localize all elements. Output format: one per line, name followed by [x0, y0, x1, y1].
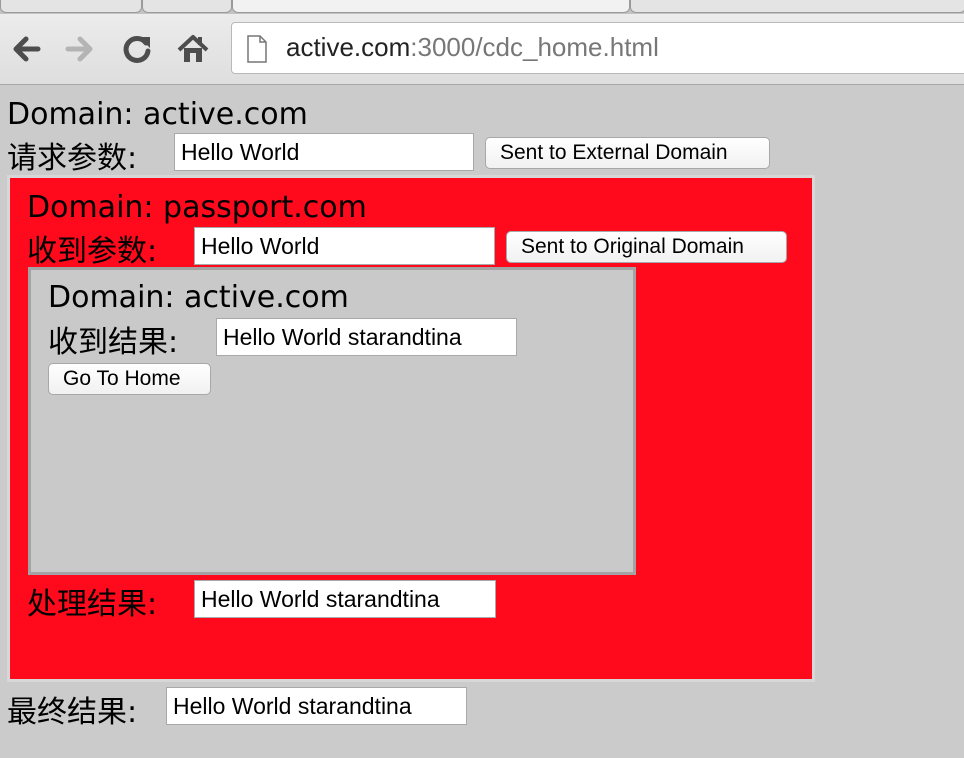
url-host: active.com	[286, 32, 411, 62]
browser-tab[interactable]	[630, 0, 964, 13]
request-input[interactable]: Hello World	[174, 133, 474, 171]
url-path: :3000/cdc_home.html	[410, 32, 659, 62]
result-label: 收到结果:	[48, 325, 179, 360]
url-text: active.com:3000/cdc_home.html	[286, 32, 659, 63]
back-arrow-icon	[13, 36, 41, 62]
passport-domain-label: Domain: passport.com	[27, 190, 367, 225]
result-input[interactable]: Hello World starandtina	[216, 318, 517, 356]
send-external-button[interactable]: Sent to External Domain	[485, 137, 770, 169]
back-button[interactable]	[8, 32, 44, 66]
forward-button[interactable]	[62, 32, 98, 66]
received-label: 收到参数:	[27, 234, 158, 269]
reload-icon	[123, 35, 151, 63]
final-label: 最终结果:	[7, 695, 138, 730]
final-input[interactable]: Hello World starandtina	[166, 687, 467, 725]
page-icon	[247, 35, 267, 63]
processed-input[interactable]: Hello World starandtina	[194, 580, 496, 618]
inner-domain-label: Domain: active.com	[48, 280, 349, 315]
active-iframe: Domain: active.com 收到结果: Hello World sta…	[28, 267, 636, 575]
browser-toolbar: active.com:3000/cdc_home.html	[0, 14, 964, 85]
go-home-button[interactable]: Go To Home	[48, 363, 211, 395]
page-content: Domain: active.com 请求参数: Hello World Sen…	[0, 85, 964, 758]
passport-iframe: Domain: passport.com 收到参数: Hello World S…	[7, 175, 815, 682]
forward-arrow-icon	[65, 36, 93, 62]
received-input[interactable]: Hello World	[194, 227, 495, 265]
address-bar[interactable]: active.com:3000/cdc_home.html	[231, 22, 964, 74]
tab-strip	[0, 0, 964, 14]
browser-tab[interactable]	[142, 0, 232, 13]
browser-tab-active[interactable]	[232, 0, 630, 13]
reload-button[interactable]	[119, 32, 155, 66]
request-label: 请求参数:	[7, 141, 138, 176]
outer-domain-label: Domain: active.com	[7, 97, 308, 132]
send-original-button[interactable]: Sent to Original Domain	[506, 231, 787, 263]
browser-tab[interactable]	[0, 0, 142, 13]
processed-label: 处理结果:	[27, 587, 158, 622]
home-button[interactable]	[175, 32, 211, 66]
home-icon	[177, 35, 209, 62]
